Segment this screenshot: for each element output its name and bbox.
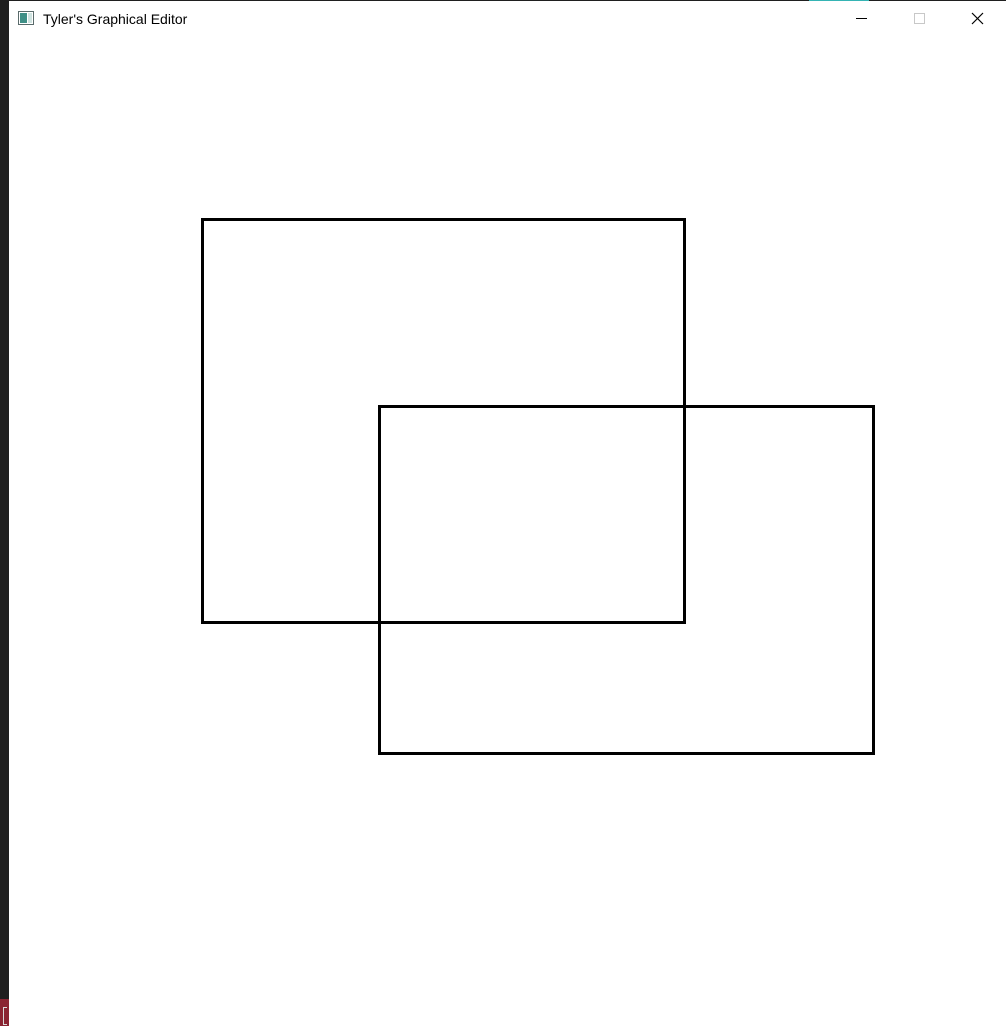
title-bar[interactable]: Tyler's Graphical Editor <box>9 1 1006 38</box>
close-button[interactable] <box>948 1 1006 37</box>
editor-window: Tyler's Graphical Editor <box>9 1 1006 1026</box>
drawing-canvas[interactable] <box>9 38 1006 1026</box>
window-title: Tyler's Graphical Editor <box>43 11 188 27</box>
minimize-icon <box>856 18 867 19</box>
maximize-button[interactable] <box>890 1 948 37</box>
rectangle-shape[interactable] <box>201 218 686 624</box>
minimize-button[interactable] <box>832 1 890 37</box>
background-window-strip <box>0 0 9 1026</box>
close-icon <box>971 12 984 25</box>
maximize-icon <box>914 13 925 24</box>
background-window-edge <box>0 999 9 1026</box>
rectangle-shape[interactable] <box>378 405 875 755</box>
app-window-icon <box>18 11 34 25</box>
